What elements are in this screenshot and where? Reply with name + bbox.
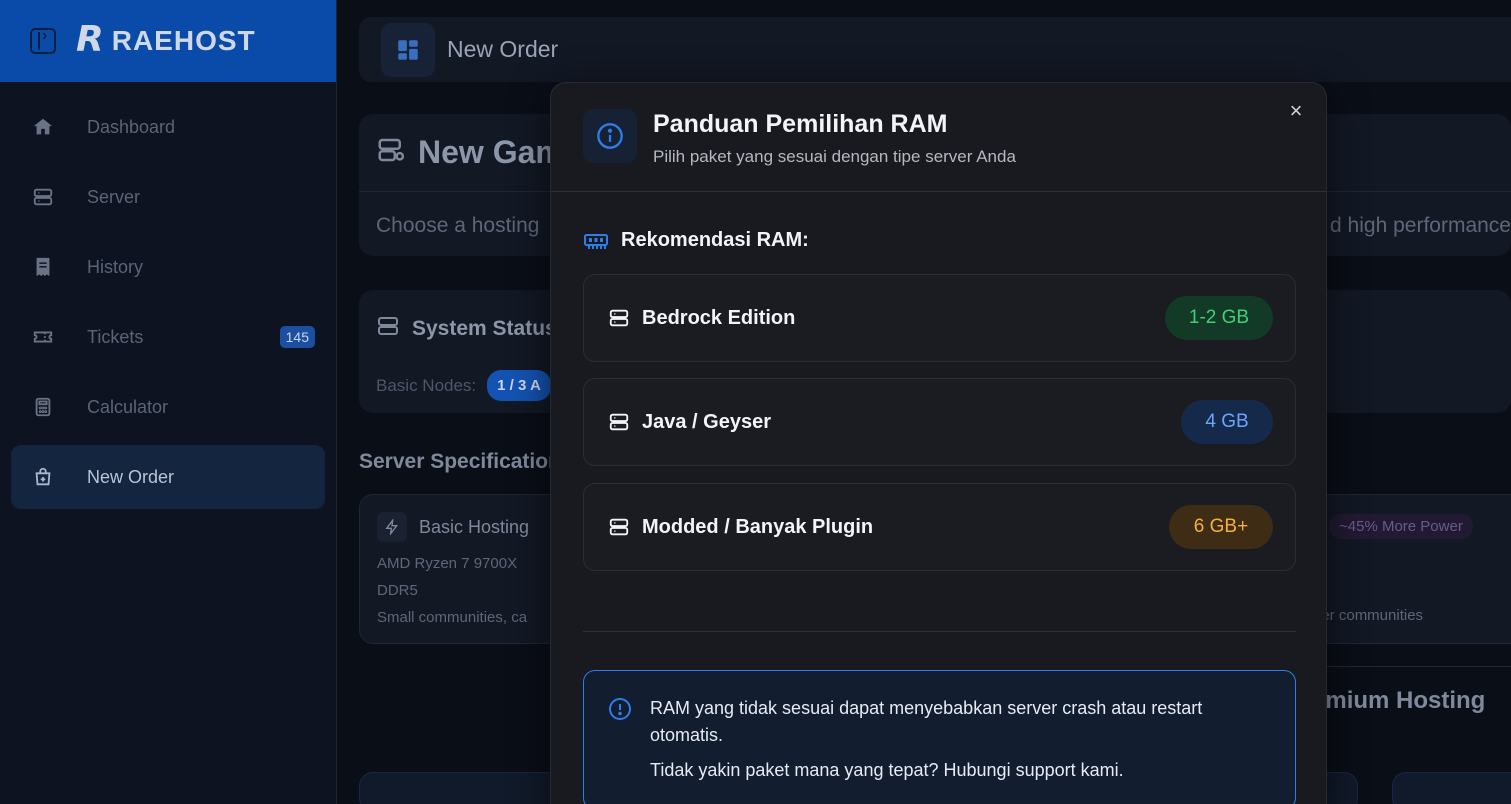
divider [583, 631, 1296, 632]
memory-icon [583, 231, 609, 251]
ram-guide-modal: Panduan Pemilihan RAM Pilih paket yang s… [550, 82, 1327, 804]
help-text: Tidak yakin paket mana yang tepat? Hubun… [650, 760, 1124, 780]
close-icon[interactable]: × [1284, 98, 1308, 123]
ram-value-badge: 1-2 GB [1165, 296, 1273, 340]
ram-option-label: Java / Geyser [642, 410, 771, 433]
ram-option-bedrock: Bedrock Edition 1-2 GB [583, 274, 1296, 362]
server-icon [608, 516, 630, 538]
info-icon [583, 109, 637, 163]
modal-title: Panduan Pemilihan RAM [653, 110, 948, 138]
server-icon [608, 411, 630, 433]
ram-option-modded: Modded / Banyak Plugin 6 GB+ [583, 483, 1296, 571]
modal-header: Panduan Pemilihan RAM Pilih paket yang s… [551, 83, 1326, 192]
ram-option-java: Java / Geyser 4 GB [583, 378, 1296, 466]
ram-option-label: Modded / Banyak Plugin [642, 515, 874, 538]
ram-recommendation-title: Rekomendasi RAM: [583, 229, 809, 252]
ram-recommendation-label: Rekomendasi RAM: [621, 229, 809, 251]
warning-text: RAM yang tidak sesuai dapat menyebabkan … [650, 698, 1203, 745]
ram-warning-box: RAM yang tidak sesuai dapat menyebabkan … [583, 670, 1296, 804]
ram-value-badge: 6 GB+ [1169, 505, 1273, 549]
server-icon [608, 307, 630, 329]
ram-value-badge: 4 GB [1181, 400, 1273, 444]
modal-subtitle: Pilih paket yang sesuai dengan tipe serv… [653, 147, 1016, 166]
alert-circle-icon [608, 697, 632, 721]
ram-option-label: Bedrock Edition [642, 306, 796, 329]
